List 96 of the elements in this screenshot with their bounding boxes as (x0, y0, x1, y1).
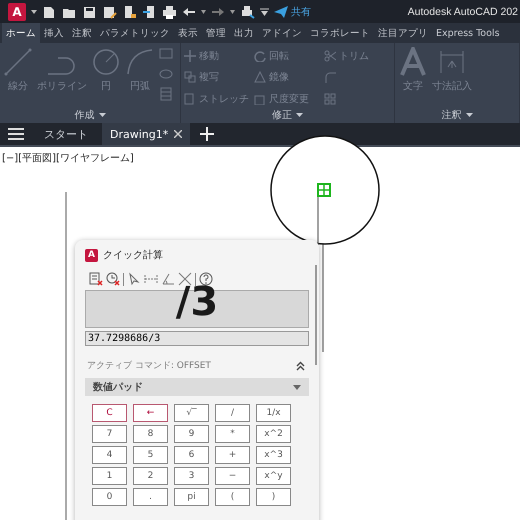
distance-icon[interactable] (144, 272, 158, 286)
web-save-icon[interactable] (122, 4, 137, 18)
keypad-button[interactable]: 0 (92, 488, 127, 506)
keypad-button[interactable]: + (215, 446, 250, 464)
ribbon-tab[interactable]: コラボレート (306, 23, 374, 43)
ribbon-tab[interactable]: ホーム (2, 23, 40, 43)
document-tab[interactable]: Drawing1* (102, 123, 190, 145)
keypad-button[interactable]: √‾ (174, 404, 209, 422)
calculator-clear-icon[interactable] (89, 272, 103, 286)
active-command-label: アクティブ コマンド: OFFSET (87, 360, 211, 372)
undo-icon[interactable] (182, 6, 196, 18)
scale-icon (254, 92, 266, 105)
mirror-icon (254, 71, 266, 84)
collapse-icon[interactable] (296, 360, 305, 370)
print-icon[interactable] (162, 4, 177, 18)
ribbon-tab[interactable]: 注目アプリ (374, 23, 432, 43)
import-icon[interactable] (142, 4, 157, 18)
text-icon (398, 47, 428, 77)
close-icon (174, 130, 182, 138)
keypad-button[interactable]: C (92, 404, 127, 422)
document-tab[interactable]: スタート (36, 123, 96, 145)
app-menu-button[interactable]: A (8, 2, 26, 20)
ribbon-tab[interactable]: 表示 (174, 23, 202, 43)
panel-title[interactable]: 注釈 (438, 107, 477, 123)
paper-plane-icon (274, 6, 288, 18)
caret-icon[interactable] (230, 10, 235, 14)
keypad-button[interactable]: 5 (133, 446, 168, 464)
keypad-button[interactable]: ) (256, 488, 291, 506)
section-header[interactable]: 数値パッド (85, 378, 309, 396)
new-file-icon[interactable] (42, 4, 57, 18)
share-label: 共有 (291, 6, 311, 18)
customize-icon[interactable] (260, 8, 269, 16)
ribbon-tab[interactable]: 注釈 (68, 23, 96, 43)
keypad-button[interactable]: 1 (92, 467, 127, 485)
keypad-button[interactable]: 1/x (256, 404, 291, 422)
keypad-button[interactable]: − (215, 467, 250, 485)
caret-icon[interactable] (201, 10, 206, 14)
keypad-button[interactable]: 3 (174, 467, 209, 485)
keypad-button[interactable]: 7 (92, 425, 127, 443)
plus-icon[interactable] (200, 127, 214, 141)
save-as-icon[interactable] (102, 4, 117, 18)
copy-icon (184, 71, 196, 84)
keypad-button[interactable]: x^y (256, 467, 291, 485)
caret-icon[interactable] (31, 10, 37, 14)
arc-icon (125, 47, 155, 77)
plot-icon[interactable] (240, 4, 255, 18)
redo-icon[interactable] (211, 6, 225, 18)
move-icon (184, 50, 196, 62)
keypad-button[interactable]: x^2 (256, 425, 291, 443)
app-logo: A (85, 248, 98, 262)
caret-icon (466, 113, 473, 117)
share-button[interactable]: 共有 (274, 4, 311, 18)
rotate-icon (254, 50, 266, 62)
caret-icon (293, 384, 301, 390)
crosshair-cursor-icon (317, 183, 331, 197)
line-icon (3, 47, 33, 77)
fillet-icon (324, 71, 336, 84)
scrollbar[interactable] (315, 265, 317, 365)
circle-icon (91, 47, 121, 77)
keypad-button[interactable]: ( (215, 488, 250, 506)
keypad-button[interactable]: 8 (133, 425, 168, 443)
angle-icon[interactable] (161, 272, 175, 286)
ribbon-tab[interactable]: 挿入 (40, 23, 68, 43)
display-text: /3 (176, 282, 218, 322)
array-icon (324, 92, 336, 105)
keypad-button[interactable]: pi (174, 488, 209, 506)
keypad-button[interactable]: ← (133, 404, 168, 422)
point-pick-icon[interactable] (127, 272, 141, 286)
ribbon-tab[interactable]: アドイン (258, 23, 306, 43)
save-icon[interactable] (82, 4, 97, 18)
caret-icon (98, 113, 106, 117)
history-clear-icon[interactable] (106, 272, 120, 286)
keypad-button[interactable]: / (215, 404, 250, 422)
ribbon-tab[interactable]: Express Tools (432, 23, 504, 43)
window-title: Autodesk AutoCAD 202 (408, 6, 518, 18)
dialog-title: クイック計算 (103, 248, 163, 262)
keypad-button[interactable]: 9 (174, 425, 209, 443)
keypad-button[interactable]: 6 (174, 446, 209, 464)
panel-title[interactable]: 作成 (70, 107, 110, 123)
scissors-icon (324, 50, 336, 62)
keypad-button[interactable]: . (133, 488, 168, 506)
ribbon-tab[interactable]: 管理 (202, 23, 230, 43)
stretch-icon (184, 92, 196, 105)
expression-field[interactable]: 37.7298686/3 (85, 331, 309, 346)
keypad-button[interactable]: 4 (92, 446, 127, 464)
keypad-button[interactable]: * (215, 425, 250, 443)
keypad-button[interactable]: x^3 (256, 446, 291, 464)
intersection-icon[interactable] (178, 272, 192, 286)
menu-icon[interactable] (8, 128, 24, 140)
caret-icon (296, 113, 304, 117)
ribbon-tab[interactable]: 出力 (230, 23, 258, 43)
ribbon-tab[interactable]: パラメトリック (96, 23, 174, 43)
help-icon[interactable] (199, 272, 213, 286)
keypad-button[interactable]: 2 (133, 467, 168, 485)
panel-title[interactable]: 修正 (268, 107, 308, 123)
viewport-label[interactable]: [−][平面図][ワイヤフレーム] (2, 151, 134, 165)
